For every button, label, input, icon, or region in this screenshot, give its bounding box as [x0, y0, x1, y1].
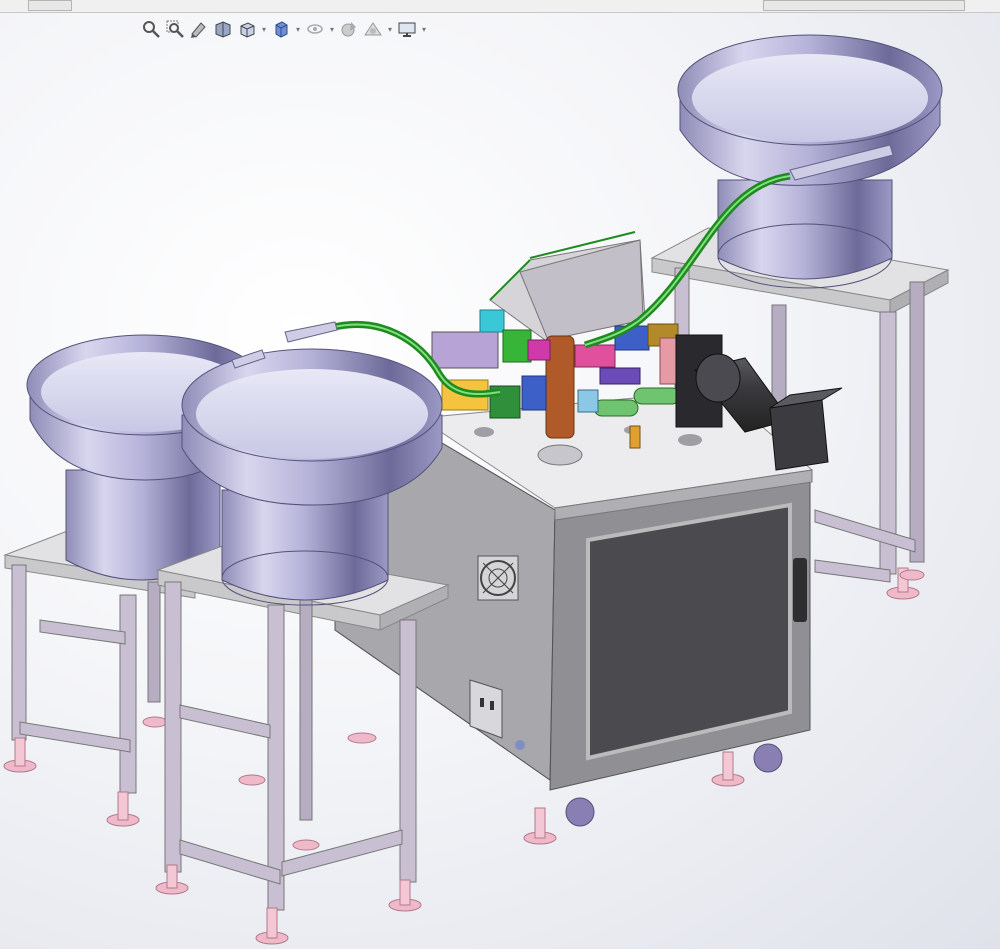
fan-grille-icon [477, 555, 519, 601]
cad-model-viewport[interactable] [0, 0, 1000, 949]
right-vibratory-bowl [677, 34, 943, 289]
power-socket-icon [469, 679, 503, 739]
